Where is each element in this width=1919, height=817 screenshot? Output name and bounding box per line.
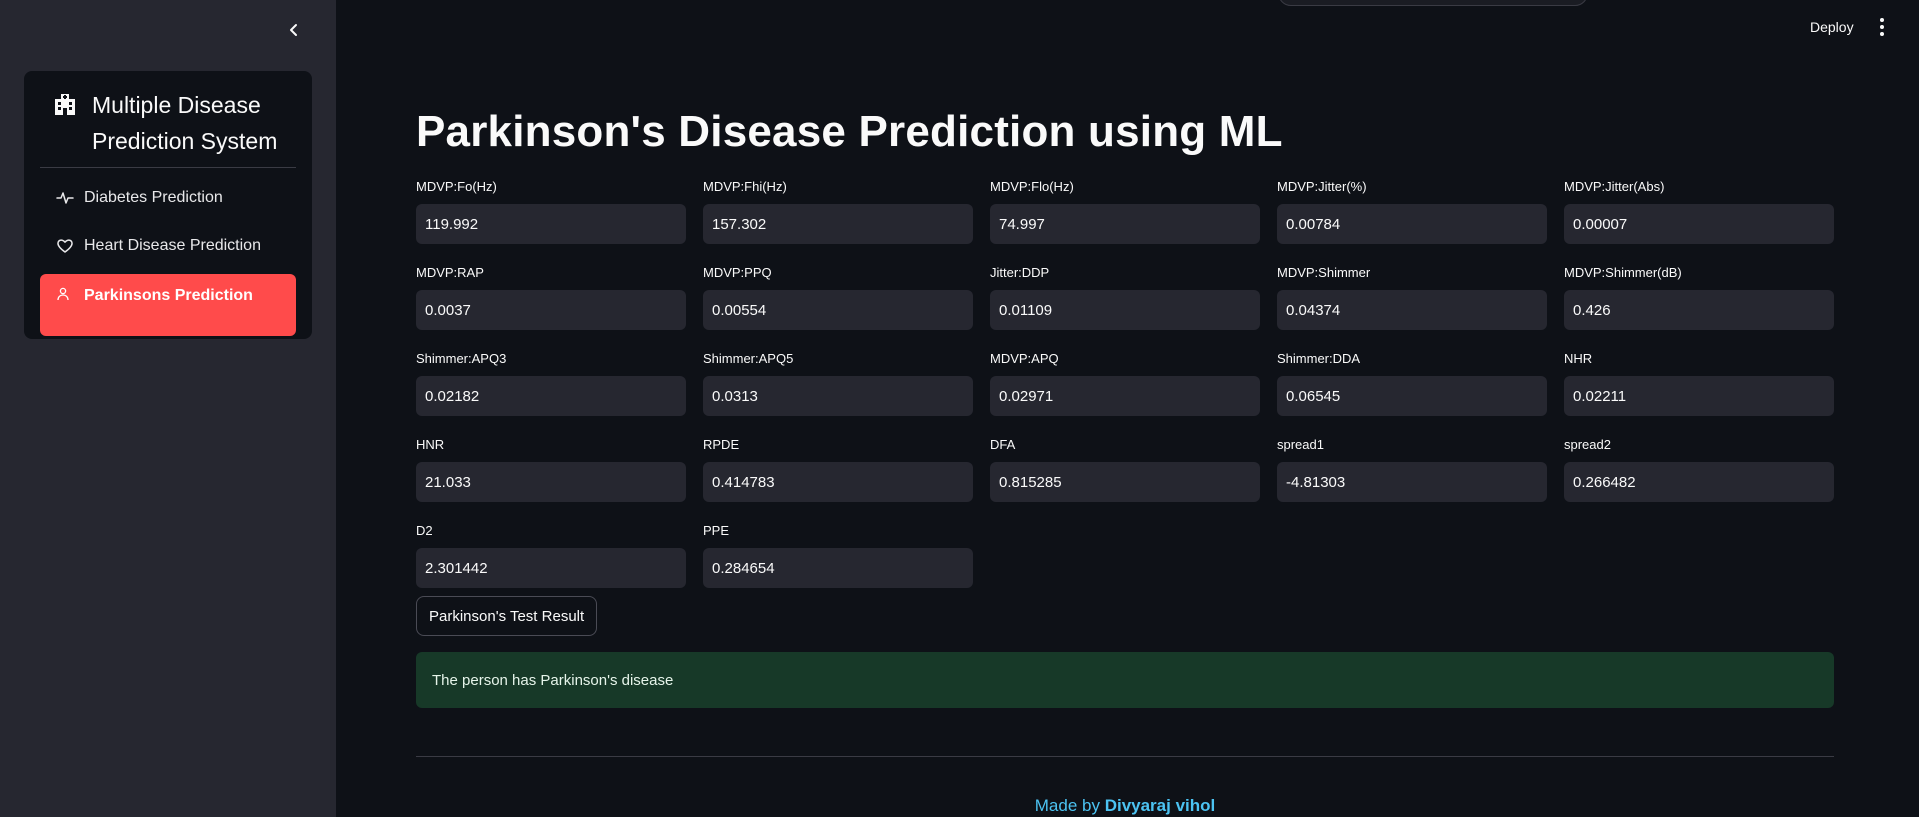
sidebar-item-label: Heart Disease Prediction xyxy=(84,237,261,254)
sidebar: Multiple Disease Prediction System Diabe… xyxy=(0,0,336,817)
sidebar-item-parkinsons[interactable]: Parkinsons Prediction xyxy=(40,274,296,336)
input-label: RPDE xyxy=(703,437,740,452)
input-label: MDVP:Shimmer xyxy=(1277,265,1371,280)
result-message: The person has Parkinson's disease xyxy=(432,671,674,689)
input-label: Shimmer:DDA xyxy=(1277,351,1361,366)
input-field: MDVP:Jitter(Abs) xyxy=(1564,178,1834,244)
sidebar-item-heart-disease[interactable]: Heart Disease Prediction xyxy=(40,226,296,266)
input-label: MDVP:APQ xyxy=(990,351,1059,366)
input-field: MDVP:RAP xyxy=(416,264,686,330)
input-label: Jitter:DDP xyxy=(990,265,1050,280)
footer-prefix: Made by xyxy=(1034,796,1105,815)
menu-title-text: Multiple Disease Prediction System xyxy=(92,92,278,154)
input-field: spread1 xyxy=(1277,436,1547,502)
input-label: MDVP:Jitter(%) xyxy=(1277,179,1367,194)
input-box[interactable] xyxy=(1564,376,1834,416)
input-field: RPDE xyxy=(703,436,973,502)
input-box[interactable] xyxy=(703,290,973,330)
footer: Made by Divyaraj vihol xyxy=(416,796,1834,816)
input-label: MDVP:RAP xyxy=(416,265,484,280)
input-box[interactable] xyxy=(703,376,973,416)
input-field: MDVP:Shimmer(dB) xyxy=(1564,264,1834,330)
main-menu-kebab-icon[interactable] xyxy=(1874,16,1890,38)
input-label: PPE xyxy=(703,523,730,538)
input-box[interactable] xyxy=(1277,376,1547,416)
input-box[interactable] xyxy=(1277,462,1547,502)
input-label: MDVP:PPQ xyxy=(703,265,772,280)
hospital-icon xyxy=(55,94,75,115)
option-menu: Multiple Disease Prediction System Diabe… xyxy=(24,71,312,339)
input-field: DFA xyxy=(990,436,1260,502)
input-box[interactable] xyxy=(1564,204,1834,244)
deploy-button[interactable]: Deploy xyxy=(1810,19,1854,35)
input-label: MDVP:Jitter(Abs) xyxy=(1564,179,1665,194)
input-box[interactable] xyxy=(1564,290,1834,330)
input-label: spread2 xyxy=(1564,437,1611,452)
person-icon xyxy=(57,287,69,301)
test-result-button[interactable]: Parkinson's Test Result xyxy=(416,596,598,636)
page-title: Parkinson's Disease Prediction using ML xyxy=(416,107,1283,156)
input-field: MDVP:PPQ xyxy=(703,264,973,330)
input-box[interactable] xyxy=(703,204,973,244)
input-field: MDVP:APQ xyxy=(990,350,1260,416)
sidebar-item-diabetes[interactable]: Diabetes Prediction xyxy=(40,178,296,218)
input-field: PPE xyxy=(703,522,973,588)
input-field: MDVP:Shimmer xyxy=(1277,264,1547,330)
toolbar-pill xyxy=(1278,0,1588,6)
input-field: Shimmer:APQ3 xyxy=(416,350,686,416)
input-label: HNR xyxy=(416,437,445,452)
input-field: D2 xyxy=(416,522,686,588)
collapse-sidebar-button[interactable] xyxy=(282,18,306,42)
input-field: MDVP:Jitter(%) xyxy=(1277,178,1547,244)
input-label: spread1 xyxy=(1277,437,1324,452)
input-label: MDVP:Shimmer(dB) xyxy=(1564,265,1682,280)
input-box[interactable] xyxy=(1277,290,1547,330)
input-box[interactable] xyxy=(416,290,686,330)
sidebar-item-label: Diabetes Prediction xyxy=(84,189,223,206)
input-box[interactable] xyxy=(703,548,973,588)
input-box[interactable] xyxy=(416,548,686,588)
input-label: Shimmer:APQ3 xyxy=(416,351,507,366)
input-label: NHR xyxy=(1564,351,1593,366)
input-grid: MDVP:Fo(Hz) MDVP:Fhi(Hz) MDVP:Flo(Hz) MDVP:… xyxy=(416,178,1834,588)
menu-list: Diabetes Prediction Heart Disease Predic… xyxy=(24,168,312,336)
input-label: DFA xyxy=(990,437,1016,452)
input-field: NHR xyxy=(1564,350,1834,416)
input-field: spread2 xyxy=(1564,436,1834,502)
author-link[interactable]: Divyaraj vihol xyxy=(1105,796,1216,815)
input-field: HNR xyxy=(416,436,686,502)
input-box[interactable] xyxy=(990,204,1260,244)
input-field: MDVP:Fhi(Hz) xyxy=(703,178,973,244)
chevron-left-icon xyxy=(290,24,297,36)
input-label: D2 xyxy=(416,523,433,538)
input-box[interactable] xyxy=(990,290,1260,330)
input-field: MDVP:Fo(Hz) xyxy=(416,178,686,244)
input-box[interactable] xyxy=(990,376,1260,416)
input-box[interactable] xyxy=(416,462,686,502)
input-box[interactable] xyxy=(990,462,1260,502)
input-field: Shimmer:APQ5 xyxy=(703,350,973,416)
input-label: MDVP:Fo(Hz) xyxy=(416,179,497,194)
input-label: Shimmer:APQ5 xyxy=(703,351,794,366)
input-box[interactable] xyxy=(416,376,686,416)
sidebar-item-label: Parkinsons Prediction xyxy=(84,287,253,304)
input-field: Shimmer:DDA xyxy=(1277,350,1547,416)
input-box[interactable] xyxy=(703,462,973,502)
heart-icon xyxy=(57,239,73,253)
activity-icon xyxy=(56,192,74,204)
input-label: MDVP:Fhi(Hz) xyxy=(703,179,787,194)
success-alert: The person has Parkinson's disease xyxy=(416,652,1834,708)
divider xyxy=(416,756,1834,757)
input-box[interactable] xyxy=(1564,462,1834,502)
input-label: MDVP:Flo(Hz) xyxy=(990,179,1074,194)
input-field: MDVP:Flo(Hz) xyxy=(990,178,1260,244)
input-field: Jitter:DDP xyxy=(990,264,1260,330)
menu-title: Multiple Disease Prediction System xyxy=(40,71,296,168)
input-box[interactable] xyxy=(416,204,686,244)
input-box[interactable] xyxy=(1277,204,1547,244)
